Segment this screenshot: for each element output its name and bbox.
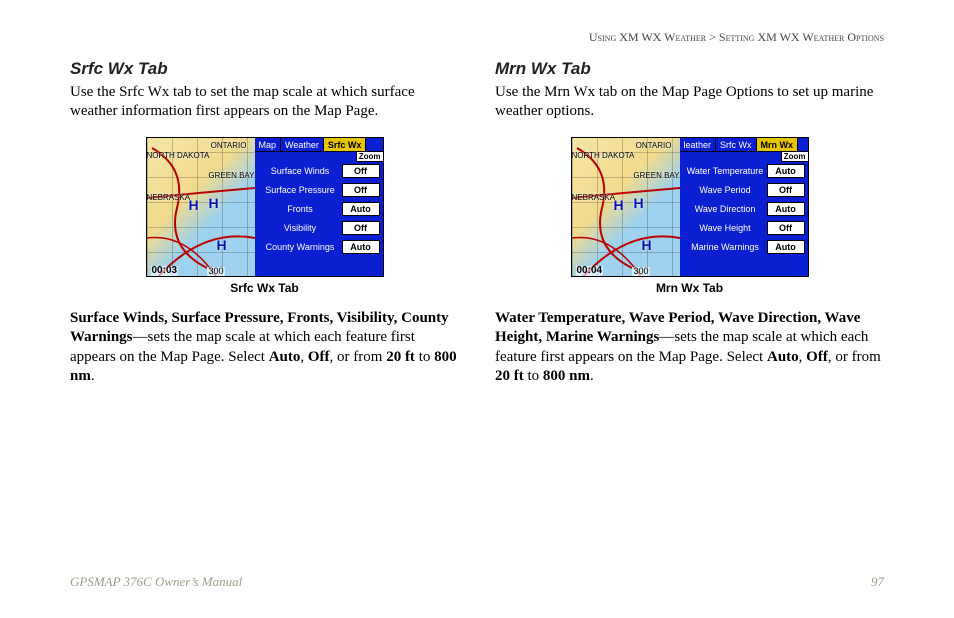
opt-20ft: 20 ft [386,349,415,365]
row-value-select[interactable]: Off [767,221,805,235]
row-value-select[interactable]: Auto [767,240,805,254]
breadcrumb: Using XM WX Weather > Setting XM WX Weat… [70,30,884,45]
zoom-header: Zoom [356,152,383,162]
footer-title: GPSMAP 376C Owner’s Manual [70,574,242,590]
srfc-caption: Srfc Wx Tab [70,281,459,295]
device-clock: 00:04 [576,266,604,276]
row-marine-warnings: Marine Warnings Auto [680,238,808,257]
opt-20ft: 20 ft [495,368,524,384]
row-label: Water Temperature [684,166,767,176]
tab-srfc-wx[interactable]: Srfc Wx [324,138,367,151]
map-label-ndakota: NORTH DAKOTA [147,152,210,160]
map-label-ontario: ONTARIO [211,142,247,150]
mrn-caption: Mrn Wx Tab [495,281,884,295]
tab-map[interactable]: Map [255,138,282,151]
two-column-layout: Srfc Wx Tab Use the Srfc Wx tab to set t… [70,59,884,387]
row-label: Fronts [259,204,342,214]
device-clock: 00:03 [151,266,179,276]
map-label-ontario: ONTARIO [636,142,672,150]
row-water-temperature: Water Temperature Auto [680,162,808,181]
row-label: Surface Pressure [259,185,342,195]
row-value-select[interactable]: Auto [767,202,805,216]
opt-auto: Auto [767,349,799,365]
tab-srfc-wx[interactable]: Srfc Wx [716,138,757,151]
row-wave-direction: Wave Direction Auto [680,200,808,219]
map-pane: ONTARIO GREEN BAY NEBRASKA NORTH DAKOTA … [147,138,255,277]
row-label: Wave Direction [684,204,767,214]
row-value-select[interactable]: Auto [342,202,380,216]
high-pressure-icon: H [614,198,624,212]
map-pane: ONTARIO GREEN BAY NEBRASKA NORTH DAKOTA … [572,138,680,277]
page-footer: GPSMAP 376C Owner’s Manual 97 [70,574,884,590]
srfc-heading: Srfc Wx Tab [70,59,459,79]
settings-panel: Map Weather Srfc Wx Zoom Surface Winds O… [255,138,383,276]
mrn-device-screenshot: ONTARIO GREEN BAY NEBRASKA NORTH DAKOTA … [571,137,809,277]
map-label-nebraska: NEBRASKA [572,194,616,202]
srfc-device-screenshot: ONTARIO GREEN BAY NEBRASKA NORTH DAKOTA … [146,137,384,277]
row-label: County Warnings [259,242,342,252]
row-label: Visibility [259,223,342,233]
map-label-ndakota: NORTH DAKOTA [572,152,635,160]
mrn-heading: Mrn Wx Tab [495,59,884,79]
device-map-scale: 300 [632,267,649,276]
breadcrumb-sep: > [706,30,719,44]
map-label-greenbay: GREEN BAY [633,172,679,180]
high-pressure-icon: H [642,238,652,252]
mrn-description: Water Temperature, Wave Period, Wave Dir… [495,309,884,387]
footer-page-number: 97 [871,574,884,590]
row-value-select[interactable]: Off [342,183,380,197]
settings-rows: Water Temperature Auto Wave Period Off W… [680,162,808,257]
settings-rows: Surface Winds Off Surface Pressure Off F… [255,162,383,257]
opt-auto: Auto [269,349,301,365]
manual-page: Using XM WX Weather > Setting XM WX Weat… [0,0,954,618]
mrn-intro: Use the Mrn Wx tab on the Map Page Optio… [495,83,884,121]
row-label: Surface Winds [259,166,342,176]
map-label-greenbay: GREEN BAY [208,172,254,180]
high-pressure-icon: H [634,196,644,210]
row-county-warnings: County Warnings Auto [255,238,383,257]
row-visibility: Visibility Off [255,219,383,238]
row-value-select[interactable]: Auto [767,164,805,178]
settings-panel: leather Srfc Wx Mrn Wx Zoom Water Temper… [680,138,808,276]
row-surface-pressure: Surface Pressure Off [255,181,383,200]
row-label: Marine Warnings [684,242,767,252]
opt-800nm: 800 nm [543,368,590,384]
row-value-select[interactable]: Off [767,183,805,197]
opt-off: Off [308,349,330,365]
device-map-scale: 300 [207,267,224,276]
breadcrumb-section: Using XM WX Weather [589,30,706,44]
srfc-intro: Use the Srfc Wx tab to set the map scale… [70,83,459,121]
row-value-select[interactable]: Off [342,221,380,235]
right-column: Mrn Wx Tab Use the Mrn Wx tab on the Map… [495,59,884,387]
srfc-description: Surface Winds, Surface Pressure, Fronts,… [70,309,459,387]
mrn-figure: ONTARIO GREEN BAY NEBRASKA NORTH DAKOTA … [495,137,884,295]
row-value-select[interactable]: Auto [342,240,380,254]
high-pressure-icon: H [217,238,227,252]
row-label: Wave Period [684,185,767,195]
row-wave-period: Wave Period Off [680,181,808,200]
tab-mrn-wx[interactable]: Mrn Wx [757,138,799,151]
high-pressure-icon: H [209,196,219,210]
row-wave-height: Wave Height Off [680,219,808,238]
row-label: Wave Height [684,223,767,233]
breadcrumb-sub: Setting XM WX Weather Options [719,30,884,44]
tab-bar: Map Weather Srfc Wx [255,138,383,152]
tab-bar: leather Srfc Wx Mrn Wx [680,138,808,152]
left-column: Srfc Wx Tab Use the Srfc Wx tab to set t… [70,59,459,387]
map-label-nebraska: NEBRASKA [147,194,191,202]
tab-weather[interactable]: Weather [281,138,324,151]
srfc-figure: ONTARIO GREEN BAY NEBRASKA NORTH DAKOTA … [70,137,459,295]
zoom-header: Zoom [781,152,808,162]
row-surface-winds: Surface Winds Off [255,162,383,181]
row-fronts: Fronts Auto [255,200,383,219]
tab-weather-partial[interactable]: leather [680,138,717,151]
row-value-select[interactable]: Off [342,164,380,178]
opt-off: Off [806,349,828,365]
high-pressure-icon: H [189,198,199,212]
